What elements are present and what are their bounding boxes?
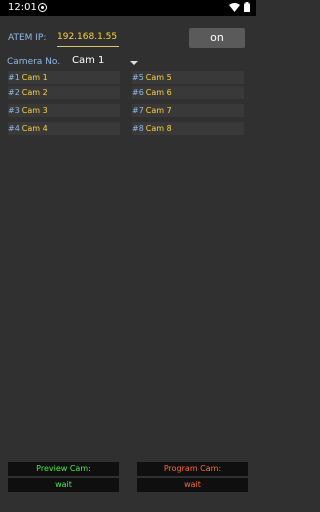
atem-ip-label: ATEM IP: <box>8 33 47 43</box>
camera-number-label: Camera No. <box>7 57 61 67</box>
camera-slot-name: Cam 6 <box>145 88 172 97</box>
atem-ip-field[interactable]: 192.168.1.55 <box>57 32 119 47</box>
camera-slot-name: Cam 8 <box>145 124 172 133</box>
camera-slot-6[interactable]: #6 Cam 6 <box>132 86 244 99</box>
power-toggle-button[interactable]: on <box>189 28 245 48</box>
camera-slot-number: #7 <box>132 106 144 115</box>
camera-slot-number: #3 <box>8 106 20 115</box>
camera-slot-2[interactable]: #2 Cam 2 <box>8 86 120 99</box>
preview-cam-value: wait <box>8 478 119 492</box>
camera-slot-name: Cam 2 <box>21 88 48 97</box>
camera-slot-5[interactable]: #5 Cam 5 <box>132 71 244 84</box>
app-circle-icon <box>38 3 47 12</box>
camera-slot-3[interactable]: #3 Cam 3 <box>8 104 120 117</box>
status-bar: 12:01 <box>0 0 256 16</box>
camera-slot-number: #1 <box>8 73 20 82</box>
camera-slot-number: #4 <box>8 124 20 133</box>
camera-slot-name: Cam 1 <box>21 73 48 82</box>
battery-icon <box>244 2 250 12</box>
program-cam-value: wait <box>137 478 248 492</box>
camera-slot-name: Cam 7 <box>145 106 172 115</box>
program-cam-label: Program Cam: <box>137 462 248 476</box>
camera-slot-1[interactable]: #1 Cam 1 <box>8 71 120 84</box>
camera-slot-number: #2 <box>8 88 20 97</box>
preview-cam-label: Preview Cam: <box>8 462 119 476</box>
camera-slot-number: #8 <box>132 124 144 133</box>
camera-slot-name: Cam 4 <box>21 124 48 133</box>
camera-slot-name: Cam 3 <box>21 106 48 115</box>
camera-slot-number: #5 <box>132 73 144 82</box>
wifi-icon <box>229 2 240 12</box>
camera-slot-number: #6 <box>132 88 144 97</box>
dropdown-arrow-icon[interactable] <box>130 61 138 65</box>
camera-slot-name: Cam 5 <box>145 73 172 82</box>
camera-slot-4[interactable]: #4 Cam 4 <box>8 122 120 135</box>
status-time: 12:01 <box>8 2 37 13</box>
camera-select[interactable]: Cam 1 <box>72 55 104 66</box>
camera-slot-8[interactable]: #8 Cam 8 <box>132 122 244 135</box>
camera-slot-7[interactable]: #7 Cam 7 <box>132 104 244 117</box>
